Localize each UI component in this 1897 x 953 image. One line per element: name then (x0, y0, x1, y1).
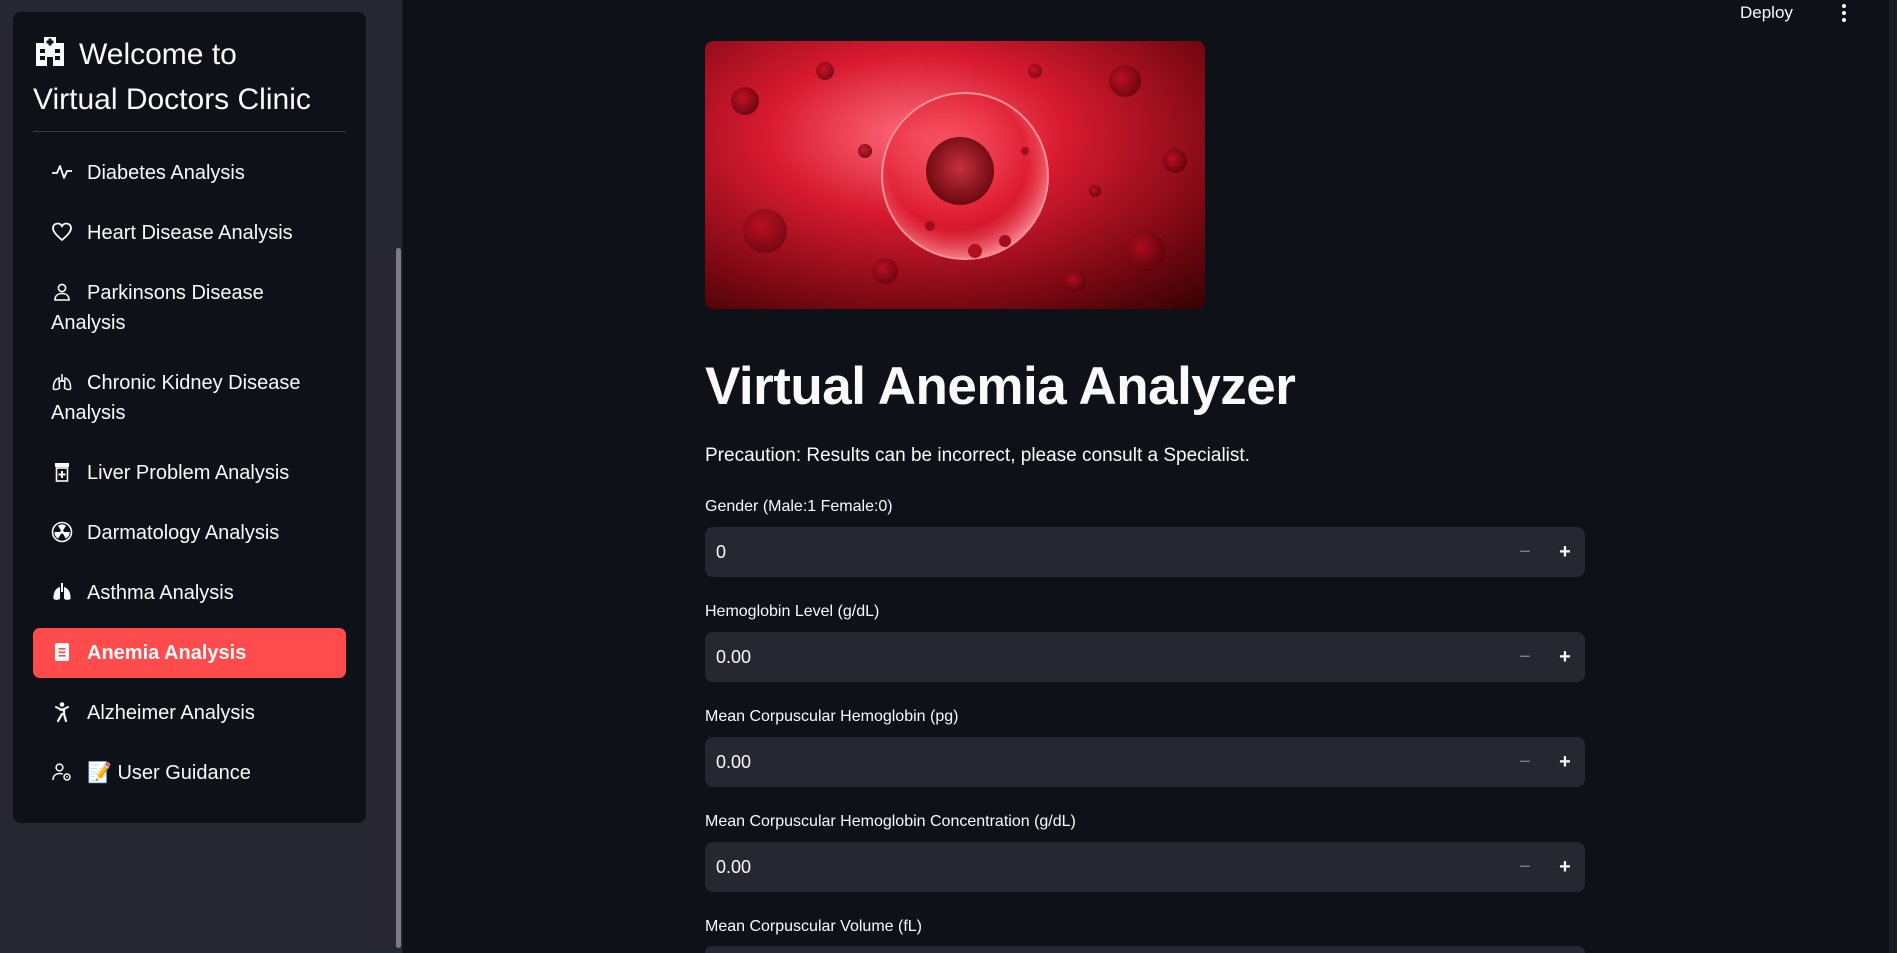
mcv-label: Mean Corpuscular Volume (fL) (705, 918, 922, 935)
gender-label: Gender (Male:1 Female:0) (705, 498, 893, 515)
sidebar-title-line2: Virtual Doctors Clinic (33, 83, 311, 116)
decrement-button[interactable]: − (1505, 527, 1545, 577)
sidebar-scrollbar[interactable] (396, 248, 401, 948)
sidebar-item-label: Heart Disease Analysis (87, 222, 293, 244)
hemoglobin-input[interactable]: 0.00 − + (705, 632, 1585, 682)
sidebar-item-heart-disease[interactable]: Heart Disease Analysis (33, 218, 346, 248)
mcv-input[interactable] (705, 946, 1585, 953)
sidebar-title-line1: Welcome to (79, 38, 237, 71)
sidebar-item-label-line2: Analysis (51, 312, 126, 334)
sidebar-item-label: Darmatology Analysis (87, 522, 280, 544)
gender-input[interactable]: 0 − + (705, 527, 1585, 577)
red-blood-cell-image (705, 41, 1205, 309)
sidebar-item-label: Chronic Kidney Disease (87, 372, 301, 394)
mch-input[interactable]: 0.00 − + (705, 737, 1585, 787)
mch-label: Mean Corpuscular Hemoglobin (pg) (705, 708, 959, 725)
sidebar-item-darmatology[interactable]: Darmatology Analysis (33, 518, 346, 548)
decrement-button[interactable]: − (1505, 737, 1545, 787)
activity-icon (51, 161, 73, 183)
sidebar-item-anemia[interactable]: Anemia Analysis (33, 628, 346, 678)
sidebar-item-asthma[interactable]: Asthma Analysis (33, 578, 346, 608)
sidebar-item-label: 📝 User Guidance (87, 762, 251, 784)
sidebar-item-label: Diabetes Analysis (87, 162, 245, 184)
sidebar-item-alzheimer[interactable]: Alzheimer Analysis (33, 698, 346, 728)
main-scrollbar[interactable] (1889, 0, 1897, 953)
sidebar-item-user-guidance[interactable]: 📝 User Guidance (33, 758, 346, 788)
radiation-icon (51, 521, 73, 543)
increment-button[interactable]: + (1545, 632, 1585, 682)
person-gear-icon (51, 761, 73, 783)
increment-button[interactable]: + (1545, 737, 1585, 787)
sidebar-item-diabetes[interactable]: Diabetes Analysis (33, 158, 346, 188)
deploy-button[interactable]: Deploy (1740, 0, 1793, 26)
person-icon (51, 281, 73, 303)
mchc-input[interactable]: 0.00 − + (705, 842, 1585, 892)
sidebar-item-label: Anemia Analysis (87, 642, 247, 664)
mch-value[interactable]: 0.00 (716, 737, 751, 787)
increment-button[interactable]: + (1545, 527, 1585, 577)
increment-button[interactable]: + (1545, 842, 1585, 892)
sidebar-item-chronic-kidney[interactable]: Chronic Kidney Disease Analysis (33, 368, 346, 428)
sidebar-item-liver[interactable]: Liver Problem Analysis (33, 458, 346, 488)
prescription-bottle-icon (51, 461, 73, 483)
sidebar-item-parkinsons[interactable]: Parkinsons Disease Analysis (33, 278, 346, 338)
mchc-value[interactable]: 0.00 (716, 842, 751, 892)
decrement-button[interactable]: − (1505, 632, 1545, 682)
page-title: Virtual Anemia Analyzer (705, 357, 1296, 416)
sidebar-divider (33, 131, 346, 132)
sidebar-item-label: Liver Problem Analysis (87, 462, 290, 484)
sidebar-item-label-line2: Analysis (51, 402, 126, 424)
hospital-icon (33, 34, 67, 68)
more-options-icon[interactable] (1834, 2, 1854, 24)
lungs-outline-icon (51, 371, 73, 393)
sidebar-item-label: Asthma Analysis (87, 582, 234, 604)
heart-icon (51, 221, 73, 243)
sidebar-item-label: Alzheimer Analysis (87, 702, 255, 724)
clipboard-icon (51, 632, 73, 661)
sidebar: Welcome to Virtual Doctors Clinic Diabet… (0, 0, 403, 953)
hemoglobin-label: Hemoglobin Level (g/dL) (705, 603, 880, 620)
hemoglobin-value[interactable]: 0.00 (716, 632, 751, 682)
person-standing-icon (51, 701, 73, 723)
gender-value[interactable]: 0 (716, 527, 726, 577)
decrement-button[interactable]: − (1505, 842, 1545, 892)
sidebar-title: Welcome to Virtual Doctors Clinic (33, 32, 353, 122)
mchc-label: Mean Corpuscular Hemoglobin Concentratio… (705, 813, 1076, 830)
sidebar-item-label: Parkinsons Disease (87, 282, 264, 304)
lungs-icon (51, 581, 73, 603)
precaution-text: Precaution: Results can be incorrect, pl… (705, 445, 1250, 466)
